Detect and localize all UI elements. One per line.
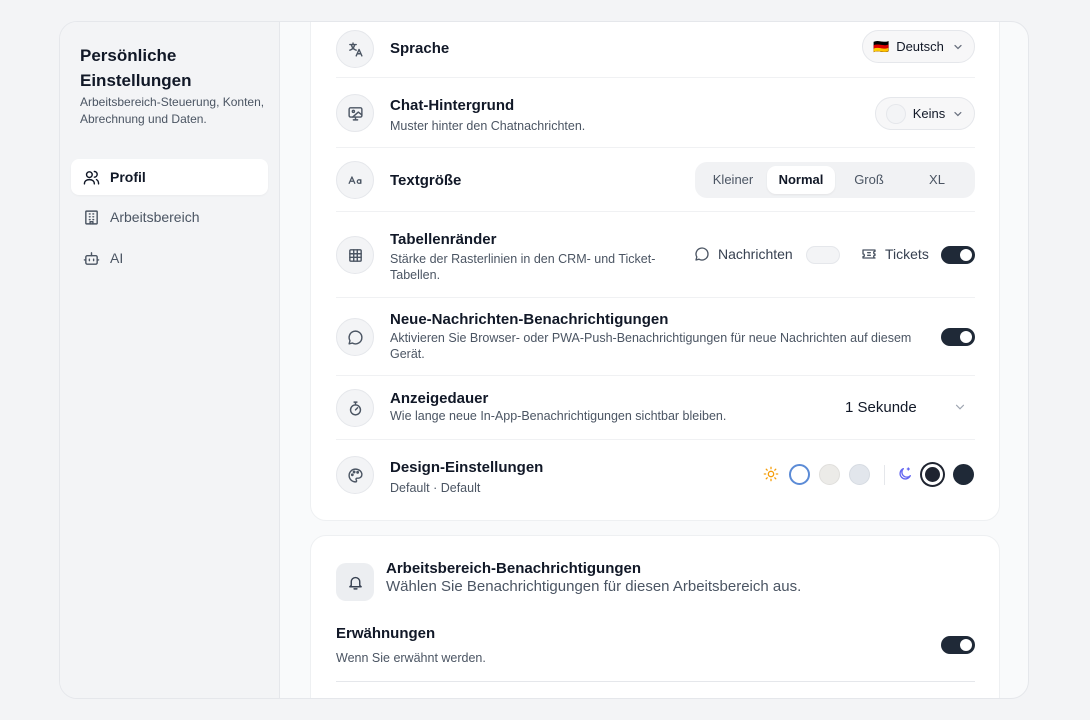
workspace-notifications-title: Arbeitsbereich-Benachrichtigungen — [386, 560, 642, 577]
mentions-toggle[interactable] — [941, 636, 975, 654]
light-swatch-cool[interactable] — [849, 464, 870, 485]
language-value: Deutsch — [896, 39, 944, 54]
mentions-desc: Wenn Sie erwähnt werden. — [336, 651, 486, 665]
message-circle-icon — [347, 329, 363, 345]
sidebar-subtitle: Arbeitsbereich-Steuerung, Konten, Abrech… — [80, 95, 265, 126]
row-icon-wrap — [336, 456, 374, 494]
messages-border-label: Nachrichten — [694, 246, 793, 262]
text-size-icon — [347, 175, 361, 184]
setting-desc: Aktivieren Sie Browser- oder PWA-Push-Be… — [390, 331, 912, 361]
setting-row-table-borders: Tabellenränder Stärke der Rasterlinien i… — [336, 212, 975, 298]
setting-desc: Wie lange neue In-App-Benachrichtigungen… — [390, 409, 727, 423]
row-icon-wrap — [336, 318, 374, 356]
table-grid-icon — [348, 248, 362, 262]
mentions-row: Erwähnungen Wenn Sie erwähnt werden. — [336, 614, 975, 682]
flag-de-icon: 🇩🇪 — [873, 38, 890, 54]
row-icon-wrap — [336, 236, 374, 274]
chevron-down-icon — [954, 111, 962, 116]
setting-title: Chat-Hintergrund — [390, 97, 515, 114]
sidebar-item-label: Profil — [110, 169, 146, 185]
setting-row-language: Sprache 🇩🇪 Deutsch — [336, 22, 975, 78]
row-icon-wrap — [336, 30, 374, 68]
settings-window: Persönliche Einstellungen Arbeitsbereich… — [59, 21, 1029, 699]
setting-row-new-message-notifications: Neue-Nachrichten-Benachrichtigungen Akti… — [336, 298, 975, 376]
ticket-icon — [862, 249, 876, 259]
sidebar-item-profil[interactable]: Profil — [71, 159, 268, 195]
text-size-option-gross[interactable]: Groß — [835, 166, 903, 194]
setting-desc: Default · Default — [390, 481, 481, 495]
row-icon-wrap — [336, 389, 374, 427]
light-swatch-warm[interactable] — [819, 464, 840, 485]
chevron-down-icon — [955, 404, 965, 410]
stopwatch-icon — [349, 400, 361, 416]
bell-icon — [348, 576, 362, 590]
translate-icon — [348, 41, 363, 57]
swatch-none-icon — [886, 103, 906, 124]
setting-title: Sprache — [390, 40, 450, 57]
sidebar: Persönliche Einstellungen Arbeitsbereich… — [60, 22, 280, 698]
swatch-divider — [884, 465, 885, 485]
text-size-option-normal[interactable]: Normal — [767, 166, 835, 194]
setting-row-chat-background: Chat-Hintergrund Muster hinter den Chatn… — [336, 78, 975, 148]
palette-icon — [347, 467, 363, 483]
moon-icon — [899, 467, 911, 480]
row-icon-wrap — [336, 161, 374, 199]
building-icon — [85, 209, 98, 225]
tickets-border-toggle[interactable] — [941, 246, 975, 264]
setting-title: Textgröße — [390, 172, 462, 189]
sidebar-item-label: Arbeitsbereich — [110, 209, 200, 225]
row-icon-wrap — [336, 94, 374, 132]
mentions-title: Erwähnungen — [336, 625, 436, 642]
dark-swatch-default[interactable] — [922, 464, 943, 485]
setting-row-display-duration: Anzeigedauer Wie lange neue In-App-Benac… — [336, 376, 975, 440]
setting-title: Tabellenränder — [390, 231, 497, 248]
message-circle-icon — [695, 247, 709, 261]
setting-row-design: Design-Einstellungen Default · Default — [336, 440, 975, 520]
setting-title: Neue-Nachrichten-Benachrichtigungen — [390, 311, 669, 328]
sun-icon — [763, 466, 779, 482]
chevron-down-icon — [954, 44, 962, 49]
setting-desc: Muster hinter den Chatnachrichten. — [390, 119, 586, 133]
users-icon — [83, 170, 100, 185]
sidebar-item-ai[interactable]: AI — [71, 240, 268, 276]
setting-row-text-size: Textgröße Kleiner Normal Groß XL — [336, 148, 975, 212]
language-select[interactable]: 🇩🇪 Deutsch — [862, 30, 975, 63]
chat-background-value: Keins — [912, 106, 946, 121]
display-duration-value: 1 Sekunde — [845, 398, 917, 416]
sidebar-item-arbeitsbereich[interactable]: Arbeitsbereich — [71, 199, 268, 235]
sidebar-title: Persönliche Einstellungen — [80, 46, 192, 90]
profile-settings-card: Sprache 🇩🇪 Deutsch Chat-Hintergrund Must… — [310, 22, 1000, 521]
text-size-option-kleiner[interactable]: Kleiner — [699, 166, 767, 194]
setting-desc: Stärke der Rasterlinien in den CRM- und … — [390, 252, 656, 282]
bot-icon — [83, 251, 100, 265]
setting-title: Anzeigedauer — [390, 390, 489, 407]
image-icon — [347, 106, 363, 121]
light-swatch-default[interactable] — [789, 464, 810, 485]
messages-border-toggle[interactable] — [806, 246, 840, 264]
dark-swatch-slate[interactable] — [953, 464, 974, 485]
new-message-notifications-toggle[interactable] — [941, 328, 975, 346]
text-size-option-xl[interactable]: XL — [903, 166, 971, 194]
workspace-notifications-desc: Wählen Sie Benachrichtigungen für diesen… — [386, 578, 802, 595]
tickets-border-label: Tickets — [861, 246, 929, 262]
display-duration-select[interactable]: 1 Sekunde — [835, 392, 975, 422]
chat-background-select[interactable]: Keins — [875, 97, 975, 130]
bell-icon-wrap — [336, 563, 374, 601]
setting-title: Design-Einstellungen — [390, 459, 544, 476]
text-size-segmented: Kleiner Normal Groß XL — [695, 162, 975, 198]
sidebar-item-label: AI — [110, 250, 124, 266]
workspace-notifications-card: Arbeitsbereich-Benachrichtigungen Wählen… — [310, 535, 1000, 698]
